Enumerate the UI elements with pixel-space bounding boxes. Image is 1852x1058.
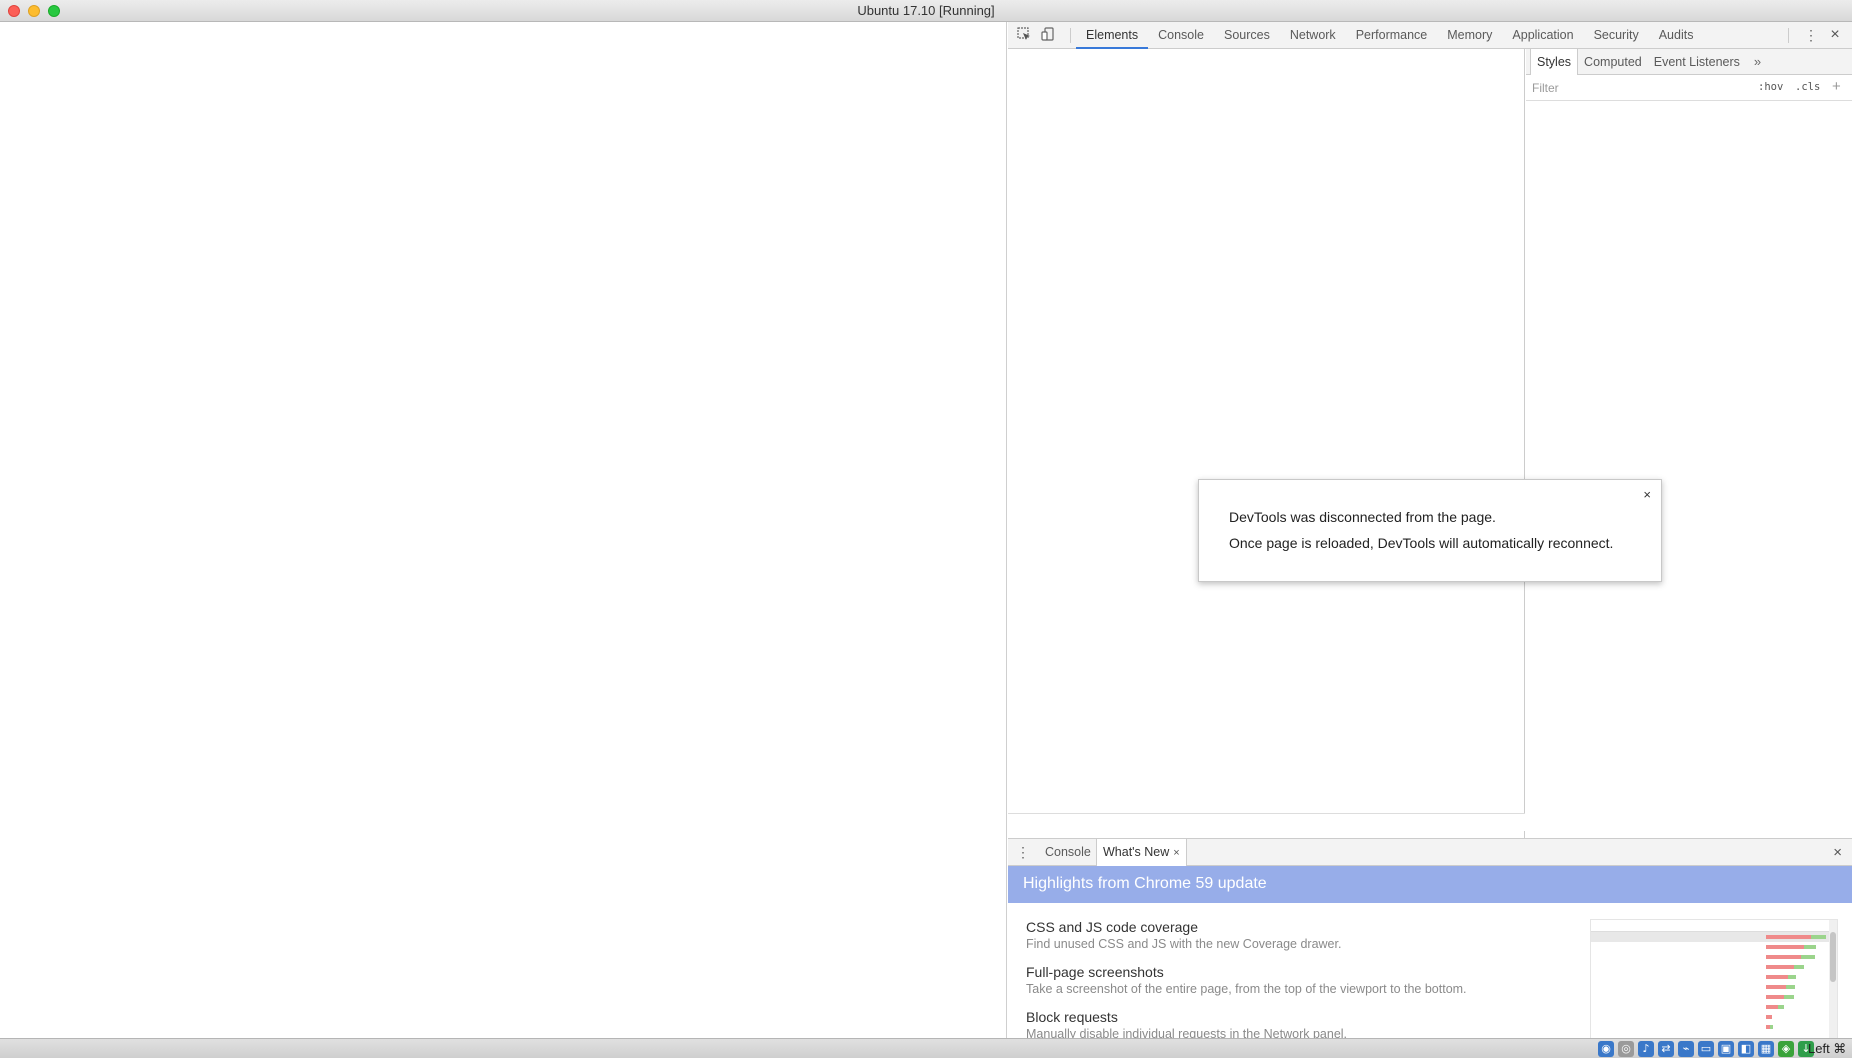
shared-folders-icon[interactable]: ▭ [1698, 1041, 1714, 1057]
highlights-banner: Highlights from Chrome 59 update [1008, 866, 1852, 903]
toolbar-divider [1070, 28, 1071, 43]
styles-filter-input[interactable] [1532, 79, 1712, 97]
whats-new-item: CSS and JS code coverage Find unused CSS… [1026, 919, 1341, 951]
tab-performance[interactable]: Performance [1346, 22, 1438, 49]
window-title: Ubuntu 17.10 [Running] [857, 3, 995, 18]
drawer-tab-console[interactable]: Console [1045, 839, 1091, 866]
dialog-message-line2: Once page is reloaded, DevTools will aut… [1229, 535, 1614, 551]
new-style-rule-icon[interactable]: + [1832, 78, 1841, 95]
vm-status-bar: ◉ ◎ ♪ ⇄ ⌁ ▭ ▣ ◧ ▦ ◈ ↓ Left ⌘ [0, 1038, 1852, 1058]
dialog-message-line1: DevTools was disconnected from the page. [1229, 509, 1496, 525]
drawer-menu-icon[interactable]: ⋮ [1016, 844, 1030, 861]
toolbar-divider [1788, 28, 1789, 43]
video-capture-icon[interactable]: ◧ [1738, 1041, 1754, 1057]
usb-icon[interactable]: ⌁ [1678, 1041, 1694, 1057]
drawer-tab-whats-new[interactable]: What's New × [1096, 839, 1187, 866]
disconnected-dialog: × DevTools was disconnected from the pag… [1198, 479, 1662, 582]
drawer-tab-whats-new-label: What's New [1103, 845, 1170, 859]
whats-new-item-title: Block requests [1026, 1009, 1118, 1025]
cpu-icon[interactable]: ▦ [1758, 1041, 1774, 1057]
whats-new-item-title: Full-page screenshots [1026, 964, 1164, 980]
devtools-drawer: ⋮ Console What's New × × Highlights from … [1008, 838, 1852, 1041]
network-icon[interactable]: ⇄ [1658, 1041, 1674, 1057]
device-toolbar-icon[interactable] [1040, 27, 1056, 43]
dialog-close-icon[interactable]: × [1643, 487, 1651, 502]
close-devtools-icon[interactable]: × [1827, 26, 1843, 44]
more-tabs-chevron-icon[interactable]: » [1746, 49, 1769, 75]
vm-status-icons: ◉ ◎ ♪ ⇄ ⌁ ▭ ▣ ◧ ▦ ◈ ↓ [1598, 1041, 1814, 1057]
close-drawer-icon[interactable]: × [1833, 844, 1842, 861]
mouse-integration-icon[interactable]: ◈ [1778, 1041, 1794, 1057]
elements-breadcrumb-bar [1008, 813, 1525, 831]
tab-network[interactable]: Network [1280, 22, 1346, 49]
whats-new-item: Full-page screenshots Take a screenshot … [1026, 964, 1467, 996]
whats-new-item-title: CSS and JS code coverage [1026, 919, 1198, 935]
drawer-tab-bar: ⋮ Console What's New × × [1008, 839, 1852, 866]
whats-new-item-desc: Find unused CSS and JS with the new Cove… [1026, 937, 1342, 951]
devtools-tab-bar: Elements Console Sources Network Perform… [1008, 22, 1852, 49]
coverage-scrollbar [1829, 920, 1837, 1038]
tab-security[interactable]: Security [1584, 22, 1649, 49]
inspect-element-icon[interactable] [1016, 27, 1032, 43]
page-viewport[interactable] [0, 22, 1007, 1038]
tab-styles[interactable]: Styles [1530, 49, 1579, 75]
tab-memory[interactable]: Memory [1437, 22, 1502, 49]
tab-sources[interactable]: Sources [1214, 22, 1280, 49]
hov-toggle-button[interactable]: :hov [1758, 81, 1783, 93]
display-icon[interactable]: ▣ [1718, 1041, 1734, 1057]
tab-elements[interactable]: Elements [1076, 22, 1149, 49]
devtools-tabs: Elements Console Sources Network Perform… [1076, 22, 1703, 49]
host-key-label: Left ⌘ [1808, 1041, 1847, 1056]
tab-application[interactable]: Application [1502, 22, 1583, 49]
audio-icon[interactable]: ♪ [1638, 1041, 1654, 1057]
window-title-bar: Ubuntu 17.10 [Running] [0, 0, 1852, 22]
whats-new-item-desc: Take a screenshot of the entire page, fr… [1026, 982, 1467, 996]
close-tab-icon[interactable]: × [1173, 847, 1179, 859]
coverage-screenshot-image [1590, 919, 1838, 1039]
highlights-title: Highlights from Chrome 59 update [1023, 875, 1267, 892]
styles-tab-bar: Styles Computed Event Listeners » [1526, 49, 1852, 75]
styles-filter-bar: :hov .cls + [1526, 75, 1852, 101]
styles-sidebar: Styles Computed Event Listeners » :hov .… [1526, 49, 1852, 859]
whats-new-item: Block requests Manually disable individu… [1026, 1009, 1347, 1041]
hard-disk-icon[interactable]: ◉ [1598, 1041, 1614, 1057]
tab-computed[interactable]: Computed [1578, 49, 1648, 75]
tab-event-listeners[interactable]: Event Listeners [1648, 49, 1746, 75]
tab-console[interactable]: Console [1148, 22, 1214, 49]
elements-tree[interactable] [1008, 49, 1525, 839]
optical-drive-icon[interactable]: ◎ [1618, 1041, 1634, 1057]
more-options-icon[interactable]: ⋮ [1804, 27, 1818, 43]
cls-toggle-button[interactable]: .cls [1795, 81, 1820, 93]
tab-audits[interactable]: Audits [1649, 22, 1704, 49]
